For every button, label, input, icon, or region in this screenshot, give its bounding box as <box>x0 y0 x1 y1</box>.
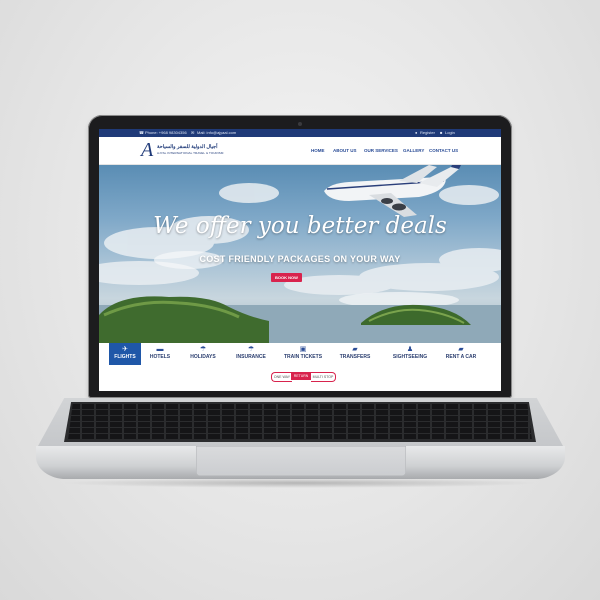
phone-text: Phone: +968 98304356 <box>145 130 187 135</box>
register-link[interactable]: Register <box>420 129 435 137</box>
service-tabs: ✈ FLIGHTS ▬ HOTELS ☂ HOLIDAYS ☂ INSURANC… <box>109 343 490 365</box>
nav-about-us[interactable]: ABOUT US <box>333 148 357 153</box>
airplane-icon: ✈ <box>122 346 128 353</box>
tab-sightseeing[interactable]: ♟ SIGHTSEEING <box>385 343 435 365</box>
tab-holidays[interactable]: ☂ HOLIDAYS <box>181 343 225 365</box>
brand-name-arabic: أجيال الدولية للسفر والسياحة <box>157 144 218 150</box>
tab-insurance[interactable]: ☂ INSURANCE <box>231 343 271 365</box>
bed-icon: ▬ <box>156 346 164 353</box>
contact-topbar: ☎ Phone: +968 98304356 ✉ Mail: info@ajya… <box>99 129 501 137</box>
laptop-shadow <box>60 478 540 488</box>
nav-home[interactable]: HOME <box>311 148 325 153</box>
hero-title: We offer you better deals <box>153 213 447 239</box>
login-link[interactable]: Login <box>445 129 455 137</box>
book-now-button[interactable]: BOOK NOW <box>271 273 302 282</box>
umbrella-shield-icon: ☂ <box>247 346 255 353</box>
mail-icon: ✉ <box>191 130 195 135</box>
email-text: Mail: info@ajyaal.com <box>197 130 237 135</box>
hero-banner: We offer you better deals COST FRIENDLY … <box>99 165 501 343</box>
main-navbar: A أجيال الدولية للسفر والسياحة AJYAL INT… <box>99 137 501 165</box>
brand-name-english: AJYAL INTERNATIONAL TRAVEL & TOURISM <box>157 151 224 155</box>
train-icon: ▣ <box>299 346 307 353</box>
phone-icon: ☎ <box>139 130 144 135</box>
brand-logo-icon[interactable]: A <box>141 140 157 160</box>
person-icon: ♟ <box>406 346 414 353</box>
car-icon: ▰ <box>458 346 464 353</box>
umbrella-icon: ☂ <box>199 346 207 353</box>
car-icon: ▰ <box>352 346 358 353</box>
nav-our-services[interactable]: OUR SERVICES <box>364 148 398 153</box>
tab-train-tickets[interactable]: ▣ TRAIN TICKETS <box>281 343 325 365</box>
hero-subtitle: COST FRIENDLY PACKAGES ON YOUR WAY <box>199 254 401 264</box>
tab-rent-a-car[interactable]: ▰ RENT A CAR <box>439 343 483 365</box>
search-form-area: ONE WAY RETURN MULTI STOP <box>99 365 501 391</box>
trackpad <box>196 446 406 476</box>
webcam <box>298 122 302 126</box>
keyboard-rows <box>68 404 532 440</box>
nav-contact-us[interactable]: CONTACT US <box>429 148 458 153</box>
trip-multi-stop[interactable]: MULTI STOP <box>311 372 336 382</box>
login-icon: ■ <box>440 130 443 135</box>
tab-hotels[interactable]: ▬ HOTELS <box>143 343 177 365</box>
tab-flights[interactable]: ✈ FLIGHTS <box>109 343 141 365</box>
trip-one-way[interactable]: ONE WAY <box>271 372 292 382</box>
laptop-screen: ☎ Phone: +968 98304356 ✉ Mail: info@ajya… <box>99 129 501 391</box>
nav-gallery[interactable]: GALLERY <box>403 148 424 153</box>
tab-transfers[interactable]: ▰ TRANSFERS <box>335 343 375 365</box>
trip-return[interactable]: RETURN <box>291 372 311 380</box>
user-icon: ● <box>415 130 418 135</box>
